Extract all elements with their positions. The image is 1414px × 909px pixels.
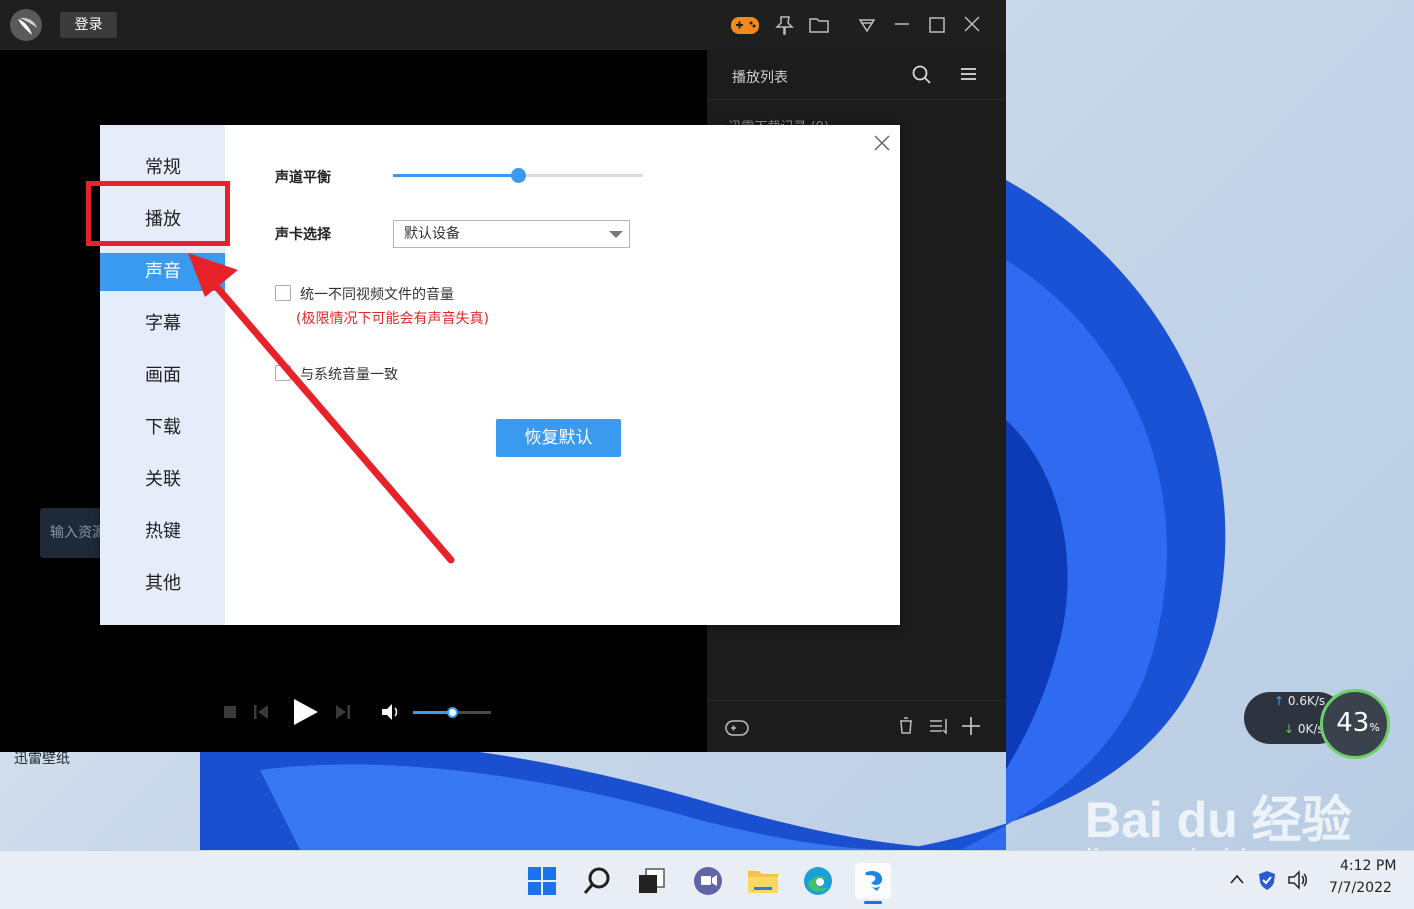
unify-volume-warning: (极限情况下可能会有声音失真)	[296, 311, 489, 327]
unify-volume-label: 统一不同视频文件的音量	[300, 287, 454, 303]
network-speed-widget: ↑ 0.6K/s ↓ 0K/s 43%	[1244, 689, 1392, 759]
clock-date[interactable]: 7/7/2022	[1329, 880, 1392, 896]
settings-nav-other[interactable]: 其他	[100, 565, 225, 603]
upload-speed: ↑ 0.6K/s	[1274, 694, 1325, 708]
login-button[interactable]: 登录	[60, 12, 117, 38]
system-volume-checkbox[interactable]	[275, 365, 291, 381]
balance-slider-thumb[interactable]	[511, 168, 526, 183]
chevron-up-icon[interactable]	[1228, 871, 1246, 893]
file-explorer-icon[interactable]	[745, 863, 781, 899]
speaker-icon[interactable]	[1287, 869, 1309, 895]
settings-nav-sound[interactable]: 声音	[100, 253, 225, 291]
play-icon[interactable]	[289, 696, 321, 732]
unify-volume-checkbox[interactable]	[275, 285, 291, 301]
app-logo-icon[interactable]	[10, 9, 42, 41]
active-app-indicator	[864, 901, 882, 904]
sort-icon[interactable]	[927, 715, 951, 741]
settings-nav-hotkeys[interactable]: 热键	[100, 513, 225, 551]
restore-defaults-button[interactable]: 恢复默认	[496, 419, 621, 457]
maximize-icon[interactable]	[924, 12, 950, 38]
taskbar	[0, 850, 1414, 909]
balance-slider-fill	[393, 174, 518, 177]
volume-icon[interactable]	[380, 702, 402, 726]
memory-usage-unit: %	[1369, 721, 1380, 734]
teams-chat-icon[interactable]	[690, 863, 726, 899]
start-menu-icon[interactable]	[524, 863, 560, 899]
settings-nav-picture[interactable]: 画面	[100, 357, 225, 395]
arrow-up-icon: ↑	[1274, 694, 1288, 708]
playlist-title: 播放列表	[732, 70, 788, 86]
pin-icon[interactable]	[772, 12, 798, 38]
soundcard-label: 声卡选择	[275, 227, 331, 243]
previous-icon[interactable]	[252, 703, 270, 725]
game-controller-icon[interactable]	[730, 12, 759, 38]
open-folder-icon[interactable]	[806, 12, 832, 38]
download-speed: ↓ 0K/s	[1284, 722, 1324, 736]
settings-nav-download[interactable]: 下载	[100, 409, 225, 447]
playlist-header: 播放列表	[707, 50, 1006, 100]
soundcard-select[interactable]: 默认设备	[393, 220, 630, 248]
stop-icon[interactable]	[222, 704, 238, 724]
minimize-icon[interactable]	[889, 12, 915, 38]
arrow-down-icon: ↓	[1284, 722, 1298, 736]
upload-speed-value: 0.6K/s	[1287, 694, 1326, 708]
resource-input[interactable]: 输入资源	[40, 508, 104, 558]
task-view-icon[interactable]	[634, 863, 670, 899]
clock-time[interactable]: 4:12 PM	[1340, 858, 1396, 874]
edge-browser-icon[interactable]	[800, 863, 836, 899]
chevron-down-icon	[609, 231, 623, 238]
title-bar: 登录	[0, 0, 1006, 50]
memory-usage-number: 43	[1336, 708, 1370, 738]
memory-usage-value: 43%	[1323, 708, 1393, 738]
playback-controls	[0, 690, 707, 736]
security-shield-icon[interactable]	[1257, 869, 1277, 895]
balance-slider[interactable]	[393, 168, 643, 183]
search-icon[interactable]	[580, 863, 616, 899]
playlist-footer	[707, 700, 1006, 752]
dialog-close-icon[interactable]	[872, 133, 892, 153]
settings-nav-association[interactable]: 关联	[100, 461, 225, 499]
volume-slider-thumb[interactable]	[447, 707, 458, 718]
annotation-highlight-box	[86, 181, 230, 246]
volume-slider[interactable]	[413, 707, 491, 718]
add-icon[interactable]	[960, 715, 982, 741]
xunlei-player-taskbar-icon[interactable]	[855, 863, 891, 899]
soundcard-select-value: 默认设备	[404, 226, 460, 242]
gamepad-icon[interactable]	[724, 717, 750, 743]
playlist-search-icon[interactable]	[910, 63, 934, 91]
balance-label: 声道平衡	[275, 170, 331, 186]
playlist-menu-icon[interactable]	[957, 63, 981, 91]
memory-usage-gauge[interactable]: 43%	[1320, 689, 1390, 759]
clear-playlist-icon[interactable]	[895, 715, 917, 741]
baidu-watermark: Bai du 经验	[1085, 792, 1352, 848]
close-window-icon[interactable]	[959, 12, 985, 38]
system-volume-label: 与系统音量一致	[300, 367, 398, 383]
settings-nav-subtitle[interactable]: 字幕	[100, 305, 225, 343]
next-icon[interactable]	[334, 703, 352, 725]
dropdown-menu-icon[interactable]	[854, 12, 880, 38]
